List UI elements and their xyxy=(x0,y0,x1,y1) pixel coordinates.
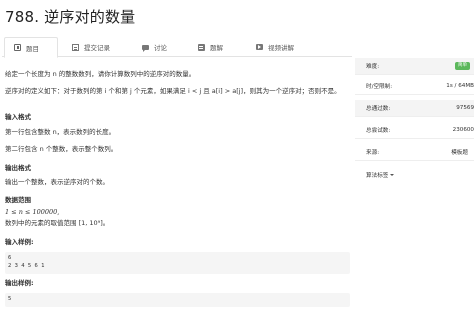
data-range-line-2: 数列中的元素的取值范围 [1, 10⁹]。 xyxy=(5,219,110,227)
sample-input-line: 6 xyxy=(8,255,12,261)
definition-text: 逆序对的定义如下：对于数列的第 i 个和第 j 个元素，如果满足 i < j 且… xyxy=(5,87,341,95)
tab-solutions[interactable]: 题解 xyxy=(198,37,223,57)
tab-problem[interactable]: 题目 xyxy=(4,37,58,58)
total-passed-row: 总通过数: 97569 xyxy=(355,100,474,117)
algorithm-tags-toggle[interactable]: 算法标签 xyxy=(355,166,474,183)
tab-discussion[interactable]: 讨论 xyxy=(142,37,167,57)
tab-label: 题解 xyxy=(210,44,223,52)
total-attempts-value: 230600 xyxy=(452,127,474,133)
output-format-heading: 输出格式 xyxy=(5,164,31,172)
source-label: 来源: xyxy=(366,150,380,156)
total-passed-label: 总通过数: xyxy=(366,106,391,112)
tab-label: 提交记录 xyxy=(84,44,110,52)
input-format-line-2: 第二行包含 n 个整数，表示整个数列。 xyxy=(5,145,118,153)
page-title: 788. 逆序对的数量 xyxy=(5,8,136,26)
sample-output-box[interactable]: 5 xyxy=(5,293,350,307)
time-limit-row: 时/空限制: 1s / 64MB xyxy=(355,78,474,95)
tab-video[interactable]: 视频讲解 xyxy=(256,37,294,57)
solution-icon xyxy=(198,43,205,51)
difficulty-label: 难度: xyxy=(366,64,380,70)
difficulty-badge: 简单 xyxy=(455,62,470,70)
book-icon xyxy=(14,44,21,51)
data-range-line-1: 1 ≤ n ≤ 100000, xyxy=(5,208,60,216)
total-attempts-row: 总尝试数: 230600 xyxy=(355,122,474,139)
time-limit-label: 时/空限制: xyxy=(366,84,393,90)
source-value: 模板题 xyxy=(451,150,468,156)
tab-label: 视频讲解 xyxy=(268,44,294,52)
sample-input-heading: 输入样例: xyxy=(5,238,34,246)
chat-icon xyxy=(142,45,149,52)
source-row: 来源: 模板题 xyxy=(355,144,474,161)
algorithm-tags-label: 算法标签 xyxy=(366,172,389,179)
time-limit-value: 1s / 64MB xyxy=(446,83,474,89)
document-icon xyxy=(72,43,79,51)
output-format-line: 输出一个整数，表示逆序对的个数。 xyxy=(5,178,109,186)
problem-tabs: 题目 提交记录 讨论 题解 视频讲解 xyxy=(2,37,352,58)
intro-text: 给定一个长度为 n 的整数数列，请你计算数列中的逆序对的数量。 xyxy=(5,70,196,78)
input-format-line-1: 第一行包含整数 n，表示数列的长度。 xyxy=(5,128,116,136)
sample-output-line: 5 xyxy=(8,296,12,302)
tab-submissions[interactable]: 提交记录 xyxy=(72,37,110,57)
sample-input-line: 2 3 4 5 6 1 xyxy=(8,263,45,269)
tab-label: 题目 xyxy=(26,44,39,53)
total-passed-value: 97569 xyxy=(456,105,474,111)
difficulty-row: 难度: 简单 xyxy=(355,58,474,75)
sample-output-heading: 输出样例: xyxy=(5,279,34,287)
video-icon xyxy=(256,44,263,50)
sample-input-box[interactable]: 6 2 3 4 5 6 1 xyxy=(5,252,350,274)
tab-label: 讨论 xyxy=(154,44,167,52)
data-range-heading: 数据范围 xyxy=(5,196,31,204)
total-attempts-label: 总尝试数: xyxy=(366,128,391,134)
chevron-down-icon xyxy=(390,173,395,176)
input-format-heading: 输入格式 xyxy=(5,113,31,121)
